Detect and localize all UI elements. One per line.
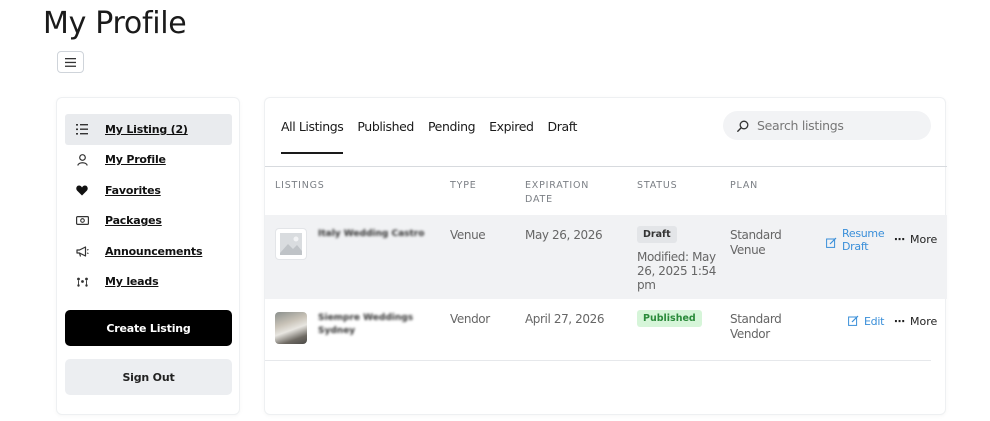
listing-type: Vendor bbox=[450, 312, 490, 326]
hamburger-icon bbox=[65, 57, 76, 67]
list-icon bbox=[73, 124, 91, 135]
sidebar-item-my-leads[interactable]: My leads bbox=[65, 266, 232, 297]
heart-icon bbox=[73, 185, 91, 196]
menu-toggle-button[interactable] bbox=[57, 51, 84, 73]
page-title: My Profile bbox=[43, 6, 187, 41]
sidebar-item-label: My leads bbox=[105, 275, 159, 288]
column-header-type: TYPE bbox=[450, 180, 477, 191]
status-badge: Draft bbox=[637, 226, 677, 243]
column-header-plan: PLAN bbox=[730, 180, 759, 191]
listing-expiration: April 27, 2026 bbox=[525, 312, 605, 326]
listing-modified: Modified: May 26, 2025 1:54 pm bbox=[637, 250, 716, 292]
resume-draft-button[interactable]: Resume Draft bbox=[826, 227, 886, 253]
money-icon bbox=[73, 216, 91, 225]
sidebar-item-announcements[interactable]: Announcements bbox=[65, 236, 232, 267]
tab-pending[interactable]: Pending bbox=[428, 98, 476, 154]
listings-table: LISTINGS TYPE EXPIRATION DATE STATUS PLA… bbox=[265, 166, 947, 361]
table-row: Italy Wedding Castro Venue May 26, 2026 … bbox=[265, 215, 947, 299]
sidebar-item-label: Packages bbox=[105, 214, 162, 227]
table-row: Siempre Weddings Sydney Vendor April 27,… bbox=[265, 299, 937, 361]
edit-icon bbox=[848, 315, 859, 326]
sidebar-item-my-listing[interactable]: My Listing (2) bbox=[65, 114, 232, 145]
listing-expiration: May 26, 2026 bbox=[525, 228, 603, 242]
more-dots-icon: ⋯ bbox=[894, 233, 906, 246]
sidebar-item-packages[interactable]: Packages bbox=[65, 205, 232, 236]
more-button[interactable]: ⋯ More bbox=[894, 315, 937, 328]
search-box bbox=[723, 111, 931, 140]
tab-published[interactable]: Published bbox=[357, 98, 414, 154]
column-header-listings: LISTINGS bbox=[275, 180, 325, 191]
tab-all-listings[interactable]: All Listings bbox=[281, 98, 344, 154]
edit-button[interactable]: Edit bbox=[848, 315, 884, 328]
sidebar-item-favorites[interactable]: Favorites bbox=[65, 175, 232, 206]
more-dots-icon: ⋯ bbox=[894, 315, 906, 328]
column-header-status: STATUS bbox=[637, 180, 678, 191]
listing-plan: Standard Venue bbox=[730, 228, 782, 257]
search-icon bbox=[737, 120, 749, 132]
listing-name[interactable]: Italy Wedding Castro bbox=[318, 228, 428, 241]
listing-plan: Standard Vendor bbox=[730, 312, 782, 341]
sidebar-item-label: Announcements bbox=[105, 245, 203, 258]
table-header: LISTINGS TYPE EXPIRATION DATE STATUS PLA… bbox=[265, 167, 947, 215]
sign-out-button[interactable]: Sign Out bbox=[65, 359, 232, 395]
tab-draft[interactable]: Draft bbox=[548, 98, 578, 154]
megaphone-icon bbox=[73, 246, 91, 257]
listings-panel: All Listings Published Pending Expired D… bbox=[264, 97, 947, 415]
column-header-expiration: EXPIRATION DATE bbox=[525, 180, 590, 205]
listing-name[interactable]: Siempre Weddings Sydney bbox=[318, 312, 418, 338]
tab-expired[interactable]: Expired bbox=[489, 98, 534, 154]
sidebar-item-label: My Listing (2) bbox=[105, 123, 188, 136]
sidebar: My Listing (2) My Profile Favorites Pack… bbox=[56, 97, 240, 415]
status-badge: Published bbox=[637, 310, 702, 327]
listing-tabs: All Listings Published Pending Expired D… bbox=[281, 98, 591, 154]
edit-icon bbox=[826, 237, 837, 248]
image-placeholder-icon[interactable] bbox=[275, 228, 307, 260]
sidebar-item-label: Favorites bbox=[105, 184, 161, 197]
network-icon bbox=[73, 277, 91, 287]
user-icon bbox=[73, 153, 91, 166]
sidebar-item-label: My Profile bbox=[105, 153, 166, 166]
more-button[interactable]: ⋯ More bbox=[894, 233, 937, 246]
sidebar-item-my-profile[interactable]: My Profile bbox=[65, 144, 232, 175]
listing-thumbnail[interactable] bbox=[275, 312, 307, 344]
listing-type: Venue bbox=[450, 228, 486, 242]
search-input[interactable] bbox=[757, 118, 917, 133]
create-listing-button[interactable]: Create Listing bbox=[65, 310, 232, 346]
